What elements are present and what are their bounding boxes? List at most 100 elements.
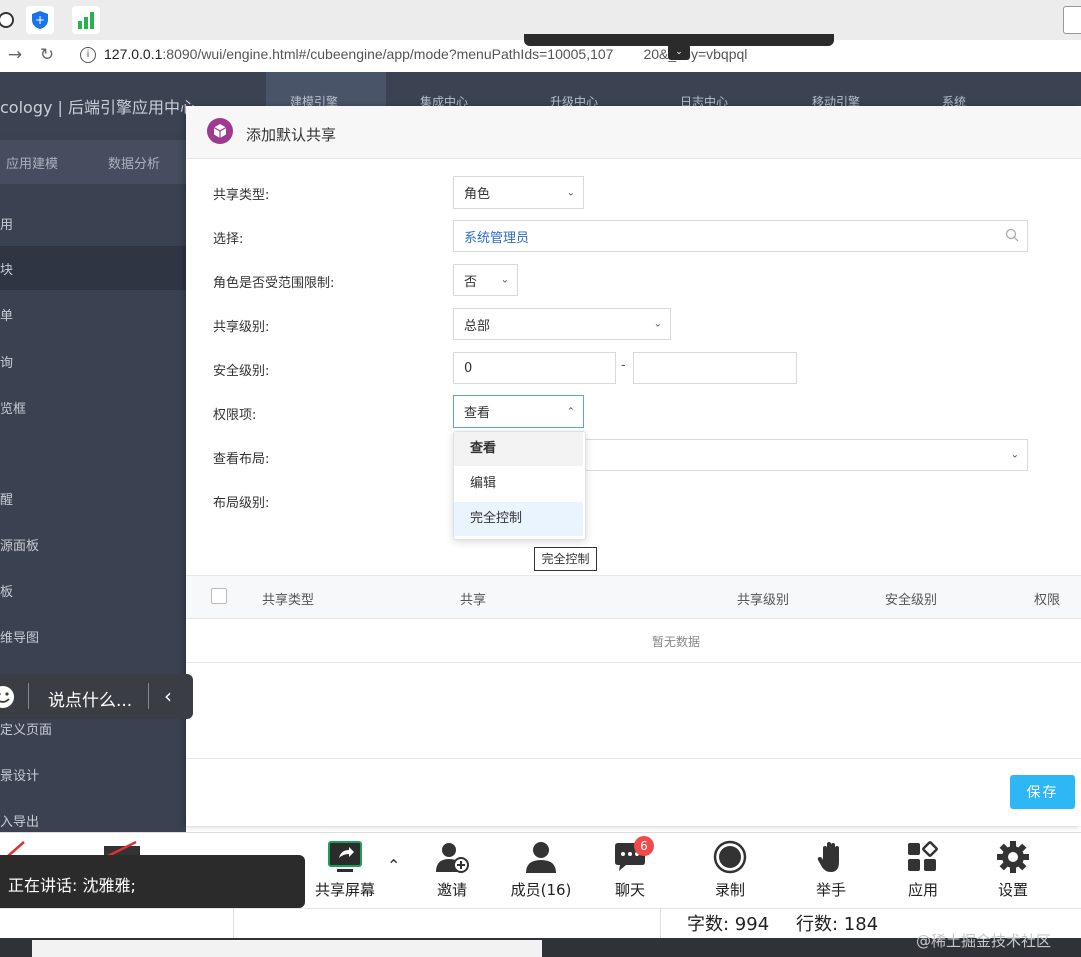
sidebar-item[interactable]: 览框 — [0, 398, 26, 417]
role-range-label: 角色是否受范围限制: — [213, 276, 335, 291]
apps-icon[interactable] — [905, 840, 941, 878]
save-button[interactable]: 保存 — [1010, 775, 1075, 809]
option-tooltip: 完全控制 — [534, 547, 597, 571]
permission-select[interactable]: 查看 ⌃ — [453, 395, 584, 428]
chevron-left-icon[interactable]: ‹ — [164, 684, 172, 708]
view-layout-label: 查看布局: — [213, 452, 270, 467]
chat-label[interactable]: 聊天 — [615, 879, 645, 900]
sidebar-item[interactable]: 醒 — [0, 489, 13, 508]
record-label[interactable]: 录制 — [715, 879, 745, 900]
column-header[interactable]: 安全级别 — [885, 589, 937, 608]
role-range-value: 否 — [464, 274, 478, 290]
footer-divider — [186, 758, 1081, 759]
chat-input[interactable]: 说点什么... — [48, 686, 132, 711]
search-icon[interactable] — [1005, 228, 1019, 246]
empty-table-text: 暂无数据 — [652, 635, 701, 649]
share-level-value: 总部 — [464, 318, 491, 334]
security-level-to-input[interactable] — [633, 352, 797, 384]
app-title: cology | 后端引擎应用中心 — [0, 98, 197, 117]
record-icon[interactable] — [712, 840, 748, 878]
sidebar-item[interactable]: 源面板 — [0, 535, 39, 554]
browser-tab-icon[interactable] — [0, 6, 20, 34]
cube-logo-icon — [207, 118, 233, 144]
signal-bars-icon[interactable] — [72, 6, 100, 34]
share-table-header — [186, 575, 1081, 619]
speaking-text: 正在讲话: 沈雅雅; — [8, 876, 136, 895]
status-divider — [233, 908, 234, 938]
range-separator: - — [621, 358, 626, 373]
sidebar-item[interactable]: 定义页面 — [0, 719, 52, 738]
sidebar-item[interactable]: 板 — [0, 581, 13, 600]
sidebar-active-row — [0, 246, 186, 290]
chat-badge: 6 — [634, 836, 654, 856]
permission-dropdown: 查看 编辑 完全控制 — [453, 431, 586, 540]
share-type-value: 角色 — [464, 187, 491, 202]
sidebar-tab[interactable]: 应用建模 — [6, 153, 58, 172]
sidebar-item[interactable]: 景设计 — [0, 765, 39, 784]
sidebar-tab[interactable]: 数据分析 — [108, 153, 160, 172]
layout-level-label: 布局级别: — [213, 496, 270, 511]
forward-arrow-icon[interactable]: → — [4, 44, 26, 66]
permission-option[interactable]: 完全控制 — [454, 502, 583, 536]
watermark-text: @稀土掘金技术社区 — [916, 932, 1052, 950]
browser-menu-button[interactable] — [1063, 6, 1081, 34]
chat-divider — [148, 683, 149, 709]
members-label[interactable]: 成员(16) — [511, 879, 572, 900]
line-count: 行数: 184 — [796, 914, 879, 935]
status-divider — [660, 908, 661, 938]
sidebar-item[interactable]: 块 — [0, 259, 13, 278]
taskbar-window[interactable] — [32, 940, 542, 957]
share-level-select[interactable]: 总部 ⌄ — [453, 308, 671, 340]
chevron-down-icon: ⌄ — [1010, 449, 1019, 461]
column-header[interactable]: 共享级别 — [737, 589, 789, 608]
raise-hand-label[interactable]: 举手 — [816, 879, 846, 900]
column-header[interactable]: 共享 — [460, 589, 486, 608]
members-icon[interactable] — [523, 840, 559, 878]
select-browser-input[interactable]: 系统管理员 — [453, 220, 1028, 252]
permission-option[interactable]: 编辑 — [454, 467, 583, 501]
sidebar-item[interactable]: 单 — [0, 305, 13, 324]
emoji-icon[interactable] — [0, 684, 16, 714]
permission-value: 查看 — [464, 406, 491, 421]
gear-icon[interactable] — [995, 840, 1031, 878]
info-icon[interactable]: i — [80, 47, 96, 63]
svg-text:+: + — [35, 13, 45, 27]
share-type-select[interactable]: 角色 ⌄ — [453, 176, 584, 209]
invite-icon[interactable] — [434, 840, 470, 878]
reload-icon[interactable]: ↻ — [36, 44, 58, 66]
word-count: 字数: 994 — [687, 914, 770, 935]
column-header[interactable]: 权限 — [1034, 589, 1060, 608]
raise-hand-icon[interactable] — [813, 840, 849, 878]
chevron-down-icon: ⌄ — [500, 274, 509, 286]
share-screen-label[interactable]: 共享屏幕 — [315, 879, 375, 900]
permission-option[interactable]: 查看 — [454, 432, 583, 466]
security-level-from-value: 0 — [464, 360, 473, 376]
sidebar-item[interactable]: 入导出 — [0, 811, 39, 830]
shield-icon[interactable]: + — [26, 6, 54, 34]
settings-label[interactable]: 设置 — [998, 879, 1028, 900]
apps-label[interactable]: 应用 — [908, 879, 938, 900]
chevron-up-icon: ⌃ — [566, 406, 575, 417]
url-text[interactable]: 127.0.0.1:8090/wui/engine.html#/cubeengi… — [104, 46, 747, 62]
select-all-checkbox[interactable] — [211, 588, 227, 604]
permission-label: 权限项: — [213, 408, 257, 423]
security-level-from-input[interactable]: 0 — [453, 352, 616, 384]
sidebar-item[interactable]: 询 — [0, 352, 13, 371]
share-level-label: 共享级别: — [213, 320, 270, 335]
share-type-label: 共享类型: — [213, 188, 270, 203]
sidebar-item[interactable]: 用 — [0, 214, 13, 233]
dialog-title: 添加默认共享 — [246, 126, 337, 144]
select-label: 选择: — [213, 232, 244, 247]
column-header[interactable]: 共享类型 — [262, 589, 314, 608]
table-divider — [186, 662, 1081, 663]
selected-role: 系统管理员 — [464, 230, 530, 246]
chevron-down-icon: ⌄ — [653, 318, 662, 330]
sidebar-item[interactable]: 维导图 — [0, 627, 39, 646]
chat-divider — [28, 683, 29, 709]
invite-label[interactable]: 邀请 — [437, 879, 467, 900]
chevron-up-icon[interactable]: ⌃ — [387, 856, 400, 875]
chevron-down-icon[interactable]: ⌄ — [668, 44, 690, 60]
chevron-down-icon: ⌄ — [566, 187, 575, 198]
share-screen-icon[interactable] — [327, 840, 363, 878]
role-range-select[interactable]: 否 ⌄ — [453, 264, 518, 296]
